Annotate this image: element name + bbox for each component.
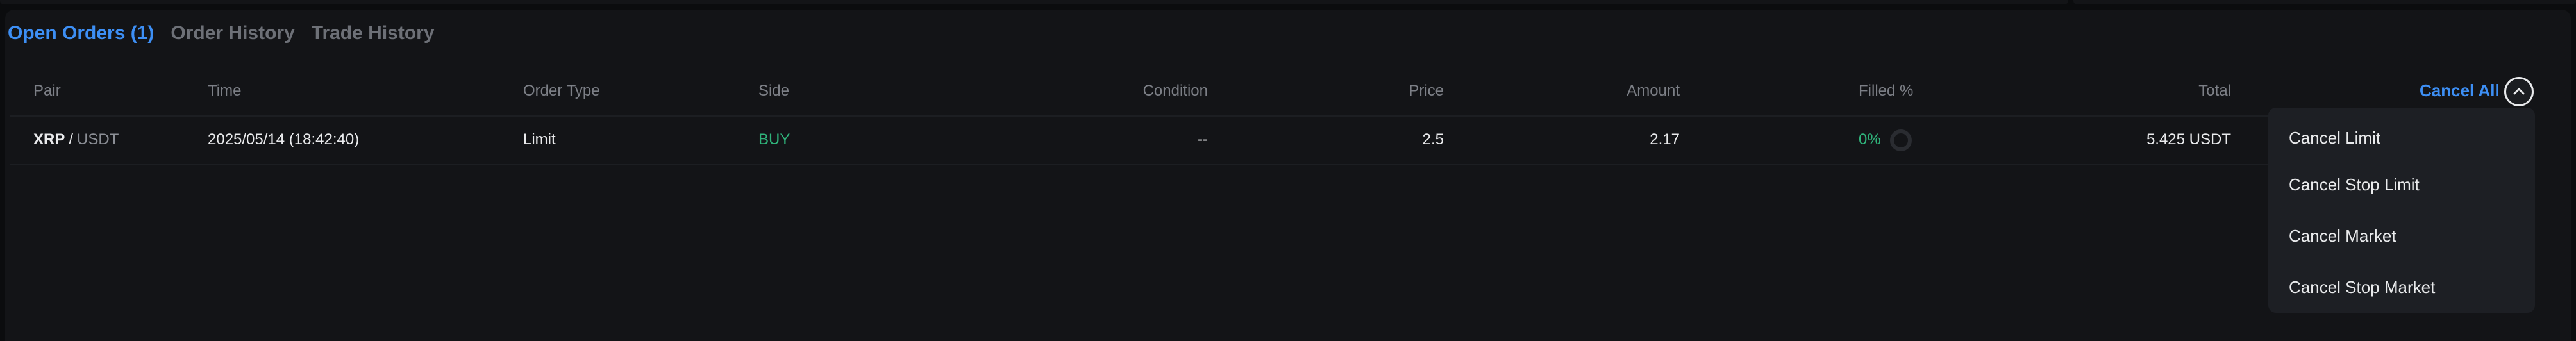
orders-tabs: Open Orders (1) Order History Trade Hist…: [8, 21, 435, 46]
header-order-type: Order Type: [523, 82, 600, 99]
orders-panel: [5, 10, 2571, 341]
pair-cell: XRP / USDT: [33, 131, 119, 149]
top-panel-edge: [0, 0, 2068, 4]
tab-order-history[interactable]: Order History: [171, 22, 294, 44]
cancel-menu: Cancel Limit Cancel Stop Limit Cancel Ma…: [2268, 108, 2535, 313]
pair-quote: USDT: [77, 131, 119, 148]
header-total: Total: [2198, 82, 2231, 99]
order-condition: --: [1198, 131, 1208, 148]
cancel-all-toggle[interactable]: [2504, 77, 2534, 106]
header-time: Time: [208, 82, 242, 99]
cancel-all-button[interactable]: Cancel All: [2420, 81, 2500, 101]
table-row: XRP / USDT 2025/05/14 (18:42:40) Limit BUY…: [0, 117, 2545, 164]
order-side: BUY: [758, 131, 790, 148]
header-price: Price: [1409, 82, 1444, 99]
header-amount: Amount: [1627, 82, 1680, 99]
pair-separator: /: [69, 131, 74, 148]
header-side: Side: [758, 82, 790, 99]
tab-trade-history[interactable]: Trade History: [312, 22, 435, 44]
header-condition: Condition: [1142, 82, 1208, 99]
row-divider: [10, 164, 2535, 165]
order-price: 2.5: [1422, 131, 1444, 148]
order-filled: 0%: [1859, 131, 1881, 148]
chevron-up-icon: [2513, 88, 2525, 95]
progress-ring-icon: [1890, 129, 1912, 151]
menu-item-cancel-stop-limit[interactable]: Cancel Stop Limit: [2268, 159, 2535, 210]
menu-item-cancel-stop-market[interactable]: Cancel Stop Market: [2268, 262, 2535, 313]
menu-item-cancel-limit[interactable]: Cancel Limit: [2268, 117, 2535, 159]
order-time: 2025/05/14 (18:42:40): [208, 131, 360, 148]
order-type: Limit: [523, 131, 556, 148]
header-filled: Filled %: [1859, 82, 1914, 99]
tab-open-orders[interactable]: Open Orders (1): [8, 22, 154, 44]
table-header: Pair Time Order Type Side Condition Pric…: [0, 77, 2545, 106]
order-total: 5.425 USDT: [2146, 131, 2231, 148]
order-amount: 2.17: [1650, 131, 1680, 148]
top-panel-edge-right: [2073, 0, 2576, 4]
top-strip: [0, 0, 2576, 8]
header-pair: Pair: [33, 82, 61, 99]
pair-base: XRP: [33, 131, 65, 148]
menu-item-cancel-market[interactable]: Cancel Market: [2268, 210, 2535, 262]
